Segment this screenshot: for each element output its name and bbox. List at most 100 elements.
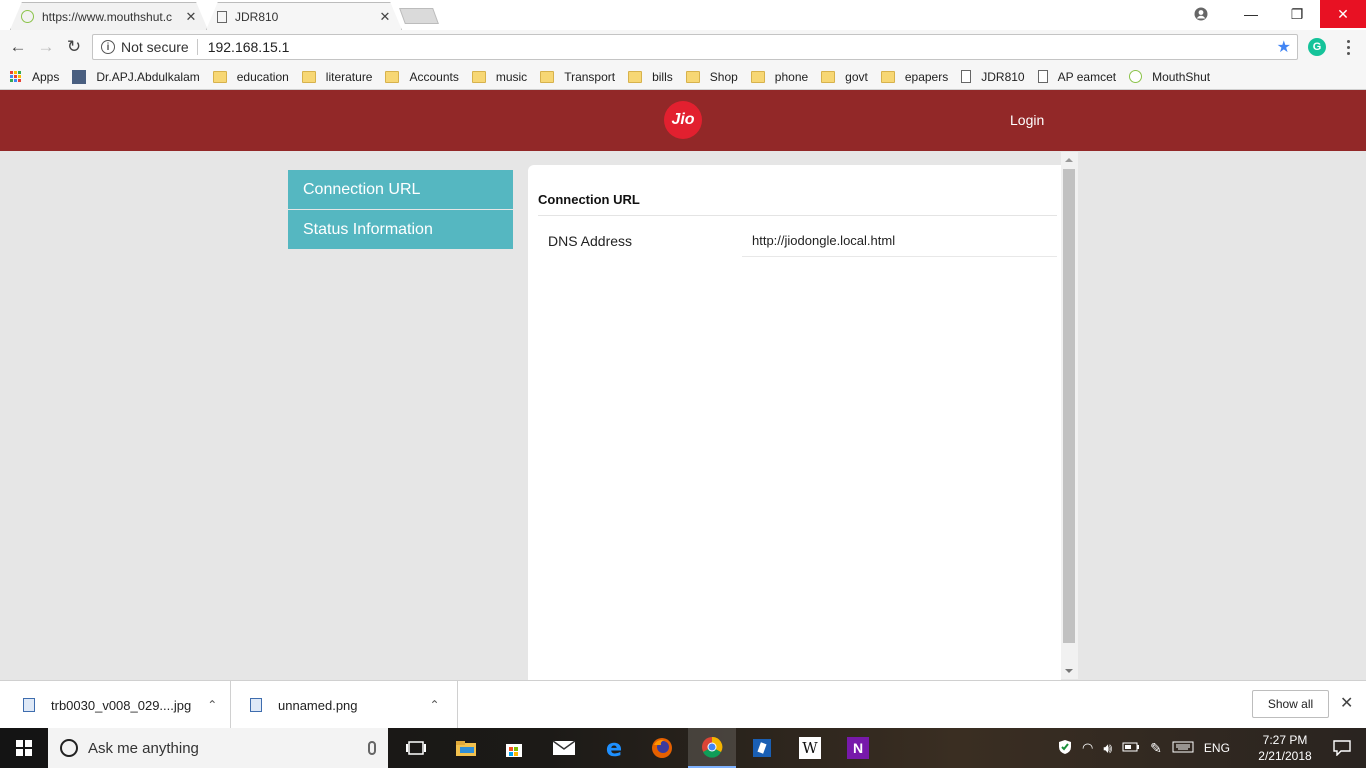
bookmark-music[interactable]: music	[471, 69, 528, 84]
bookmark-star-icon[interactable]: ★	[1277, 37, 1291, 57]
dns-address-value: http://jiodongle.local.html	[752, 233, 896, 248]
download-item[interactable]: unnamed.png ⌃	[231, 681, 458, 729]
tab-title: JDR810	[235, 9, 279, 24]
login-link[interactable]: Login	[1010, 112, 1044, 128]
clock[interactable]: 7:27 PM 2/21/2018	[1250, 732, 1320, 764]
app-icon[interactable]	[738, 728, 786, 768]
address-bar[interactable]: i Not secure 192.168.15.1 ★	[92, 34, 1298, 60]
bookmark-literature[interactable]: literature	[301, 70, 372, 84]
bookmark-mouthshut[interactable]: MouthShut	[1129, 70, 1210, 84]
browser-menu-icon[interactable]	[1340, 36, 1356, 58]
bookmark-abdulkalam[interactable]: Dr.APJ.Abdulkalam	[72, 69, 200, 84]
apps-icon	[10, 70, 22, 83]
menu-item-status-information[interactable]: Status Information	[288, 210, 513, 249]
dns-address-label: DNS Address	[548, 233, 633, 249]
tab-title: https://www.mouthshut.c	[42, 9, 173, 24]
jio-logo[interactable]: Jio	[664, 101, 702, 139]
chevron-up-icon[interactable]: ⌃	[207, 698, 217, 712]
notifications-icon[interactable]	[1318, 728, 1366, 768]
profile-icon[interactable]	[1178, 0, 1224, 28]
page-icon	[1037, 70, 1048, 83]
tab-strip: https://www.mouthshut.c ✕ JDR810 ✕ — ❐ ✕	[0, 0, 1366, 30]
start-button[interactable]	[0, 728, 48, 768]
bookmark-epapers[interactable]: epapers	[880, 70, 948, 84]
bookmark-ap-eamcet[interactable]: AP eamcet	[1037, 70, 1116, 84]
omnibox-divider	[196, 39, 198, 55]
folder-icon	[750, 70, 765, 83]
tab-mouthshut[interactable]: https://www.mouthshut.c ✕	[10, 2, 208, 30]
row-divider	[742, 256, 1057, 257]
content-panel: Connection URL DNS Address http://jiodon…	[528, 165, 1061, 680]
scroll-up-arrow-icon[interactable]	[1065, 158, 1073, 162]
firefox-icon[interactable]	[638, 728, 686, 768]
chrome-icon[interactable]	[688, 728, 736, 768]
downloads-bar: trb0030_v008_029....jpg ⌃ unnamed.png ⌃ …	[0, 680, 1366, 729]
security-label[interactable]: Not secure	[121, 39, 189, 55]
folder-icon	[301, 70, 316, 83]
close-icon[interactable]: ✕	[1340, 693, 1353, 713]
bookmark-label: Dr.APJ.Abdulkalam	[96, 69, 200, 84]
mail-icon[interactable]	[540, 728, 588, 768]
task-view-icon[interactable]	[392, 728, 440, 768]
folder-icon	[821, 70, 836, 83]
minimize-button[interactable]: —	[1228, 0, 1274, 28]
search-placeholder: Ask me anything	[88, 739, 199, 757]
bookmark-phone[interactable]: phone	[750, 70, 808, 84]
file-explorer-icon[interactable]	[442, 728, 490, 768]
bookmark-label: bills	[652, 69, 673, 84]
reload-icon[interactable]: ↻	[60, 33, 88, 61]
keyboard-icon[interactable]	[1172, 741, 1194, 756]
bookmark-shop[interactable]: Shop	[685, 70, 738, 84]
wifi-icon[interactable]: ◠	[1082, 740, 1093, 756]
new-tab-button[interactable]	[399, 8, 439, 24]
url-text[interactable]: 192.168.15.1	[208, 39, 290, 55]
bookmark-accounts[interactable]: Accounts	[385, 69, 459, 84]
windows-icon	[16, 740, 32, 756]
bookmark-govt[interactable]: govt	[821, 70, 868, 84]
bookmark-apps[interactable]: Apps	[10, 70, 59, 84]
bookmark-label: JDR810	[981, 69, 1025, 84]
bookmark-education[interactable]: education	[212, 70, 289, 84]
microphone-icon[interactable]	[368, 741, 376, 755]
image-file-icon	[250, 698, 262, 712]
store-icon[interactable]	[490, 728, 538, 768]
folder-icon	[685, 70, 700, 83]
bookmark-label: Accounts	[409, 69, 459, 84]
download-item[interactable]: trb0030_v008_029....jpg ⌃	[0, 681, 231, 729]
scrollbar[interactable]	[1061, 152, 1078, 679]
bookmark-label: MouthShut	[1152, 69, 1211, 84]
close-icon[interactable]: ✕	[379, 9, 391, 25]
grammarly-extension-icon[interactable]: G	[1308, 38, 1326, 56]
menu-item-connection-url[interactable]: Connection URL	[288, 170, 513, 209]
bookmarks-bar: Apps Dr.APJ.Abdulkalam education literat…	[0, 64, 1366, 90]
scrollbar-thumb[interactable]	[1063, 169, 1075, 643]
bookmark-label: music	[495, 69, 528, 84]
scroll-down-arrow-icon[interactable]	[1065, 669, 1073, 673]
shield-icon[interactable]	[1058, 739, 1072, 758]
battery-icon[interactable]	[1122, 741, 1140, 755]
bookmark-label: govt	[845, 69, 868, 84]
back-arrow-icon[interactable]: ←	[4, 33, 32, 61]
forward-arrow-icon[interactable]: →	[32, 33, 60, 61]
restore-button[interactable]: ❐	[1274, 0, 1320, 28]
window-close-button[interactable]: ✕	[1320, 0, 1366, 28]
onenote-icon[interactable]: N	[834, 728, 882, 768]
bookmark-jdr810[interactable]: JDR810	[961, 69, 1025, 84]
language-indicator[interactable]: ENG	[1204, 741, 1230, 755]
wikipedia-icon[interactable]: W	[786, 728, 834, 768]
taskbar: Ask me anything e W N ◠ 🔊︎ ✎ ENG 7:27 PM…	[0, 728, 1366, 768]
avatar-icon	[72, 69, 87, 84]
image-file-icon	[23, 698, 35, 712]
edge-browser-icon[interactable]: e	[590, 728, 638, 768]
bookmark-transport[interactable]: Transport	[540, 70, 615, 84]
volume-icon[interactable]: 🔊︎	[1103, 740, 1112, 757]
download-filename: unnamed.png	[278, 697, 358, 713]
pen-icon[interactable]: ✎	[1150, 740, 1162, 757]
taskbar-search[interactable]: Ask me anything	[48, 728, 388, 768]
chevron-up-icon[interactable]: ⌃	[430, 698, 440, 712]
tab-jdr810[interactable]: JDR810 ✕	[206, 2, 402, 30]
show-all-button[interactable]: Show all	[1252, 690, 1329, 718]
info-icon[interactable]: i	[101, 40, 115, 54]
bookmark-bills[interactable]: bills	[628, 70, 673, 84]
close-icon[interactable]: ✕	[185, 9, 197, 25]
